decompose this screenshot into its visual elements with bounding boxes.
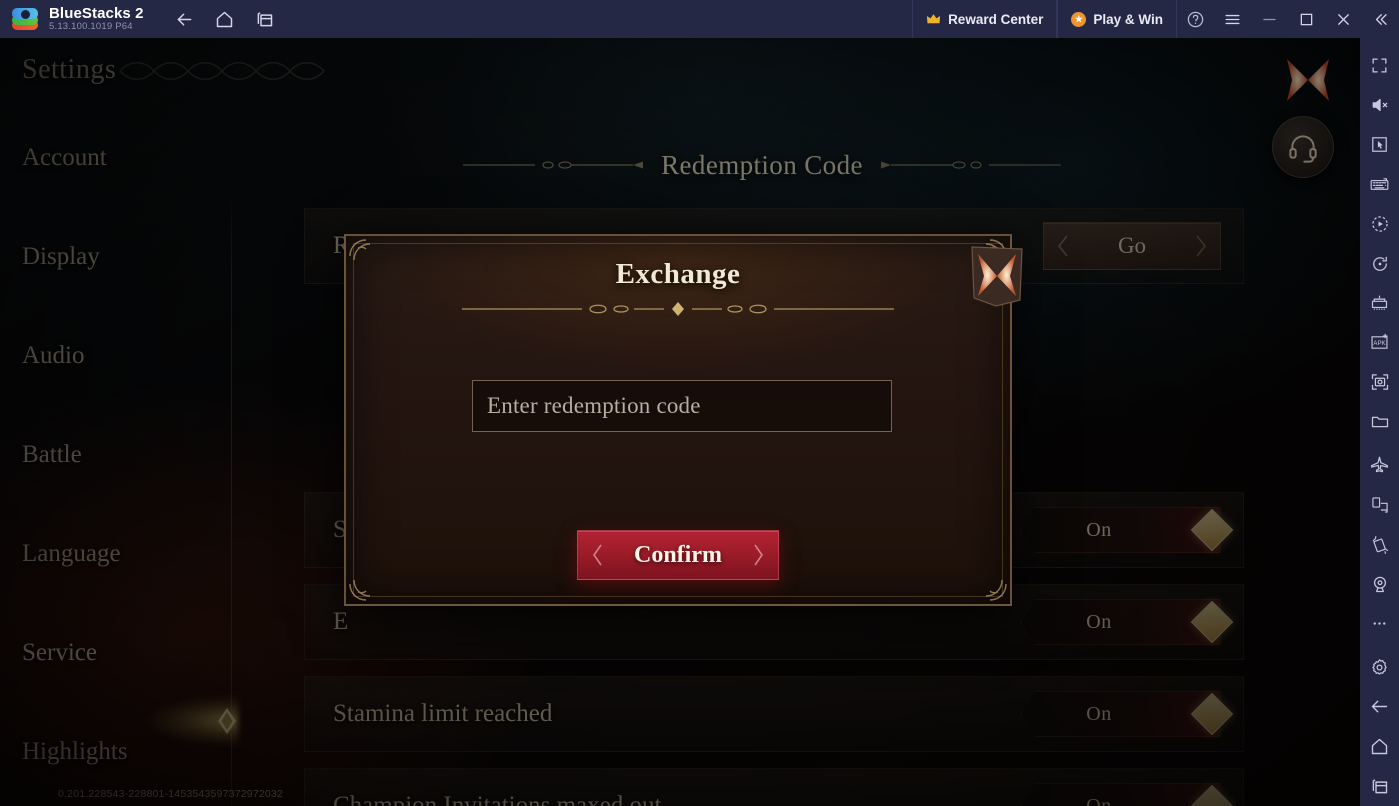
help-icon[interactable] — [1177, 0, 1214, 38]
chevron-left-icon — [593, 544, 602, 566]
close-x-icon — [971, 246, 1023, 307]
macro-play-icon[interactable] — [1360, 204, 1399, 244]
bluestacks-logo-icon — [12, 6, 38, 32]
reward-center-button[interactable]: Reward Center — [912, 0, 1058, 38]
dialog-divider-ornament-icon — [462, 302, 894, 316]
airplane-icon[interactable] — [1360, 446, 1399, 486]
dialog-title: Exchange — [615, 258, 741, 290]
shake-icon[interactable] — [1360, 525, 1399, 565]
reward-center-label: Reward Center — [948, 11, 1044, 27]
folder-icon[interactable] — [1360, 402, 1399, 442]
back-icon[interactable] — [1360, 687, 1399, 727]
corner-ornament-icon — [985, 579, 1007, 601]
titlebar: BlueStacks 2 5.13.100.1019 P64 Reward Ce… — [0, 0, 1399, 38]
location-icon[interactable] — [1360, 564, 1399, 604]
redemption-code-placeholder: Enter redemption code — [487, 393, 701, 418]
play-and-win-button[interactable]: ★ Play & Win — [1057, 0, 1177, 38]
home-icon[interactable] — [212, 6, 238, 32]
crown-icon — [926, 13, 941, 25]
redemption-code-input[interactable]: Enter redemption code — [472, 380, 892, 432]
dialog-close-button[interactable] — [966, 244, 1028, 314]
app-identity: BlueStacks 2 5.13.100.1019 P64 — [49, 4, 144, 33]
screenshot-icon[interactable] — [1360, 363, 1399, 403]
multi-instance-icon[interactable] — [252, 6, 278, 32]
keyboard-icon[interactable] — [1360, 165, 1399, 205]
rotate-icon[interactable] — [1360, 244, 1399, 284]
cursor-icon[interactable] — [1360, 125, 1399, 165]
game-viewport: Settings Account Display Audio Battle La… — [0, 38, 1360, 806]
close-icon[interactable] — [1325, 0, 1362, 38]
titlebar-nav-buttons — [172, 6, 278, 32]
play-and-win-label: Play & Win — [1093, 11, 1163, 27]
exchange-dialog: Exchange Enter redemption code Confirm — [344, 234, 1023, 606]
mute-icon[interactable] — [1360, 86, 1399, 126]
confirm-button[interactable]: Confirm — [577, 530, 779, 580]
chevron-right-icon — [754, 544, 763, 566]
app-title: BlueStacks 2 — [49, 4, 144, 22]
bluestacks-window: BlueStacks 2 5.13.100.1019 P64 Reward Ce… — [0, 0, 1399, 806]
corner-ornament-icon — [349, 579, 371, 601]
bluestacks-sidebar-toolbar: APK — [1360, 38, 1399, 806]
gear-icon[interactable] — [1360, 648, 1399, 688]
confirm-button-label: Confirm — [634, 541, 722, 568]
window-controls — [1177, 0, 1399, 38]
device-tilt-icon[interactable] — [1360, 485, 1399, 525]
svg-text:APK: APK — [1373, 340, 1385, 347]
back-icon[interactable] — [172, 6, 198, 32]
collapse-sidebar-icon[interactable] — [1362, 0, 1399, 38]
apk-install-icon[interactable]: APK — [1360, 323, 1399, 363]
hamburger-menu-icon[interactable] — [1214, 0, 1251, 38]
app-version: 5.13.100.1019 P64 — [49, 21, 133, 33]
fullscreen-icon[interactable] — [1360, 46, 1399, 86]
play-win-badge-icon: ★ — [1071, 11, 1087, 27]
home-icon[interactable] — [1360, 727, 1399, 767]
titlebar-right: Reward Center ★ Play & Win — [912, 0, 1399, 38]
maximize-icon[interactable] — [1288, 0, 1325, 38]
recents-icon[interactable] — [1360, 766, 1399, 806]
minimize-icon[interactable] — [1251, 0, 1288, 38]
multi-instance-sync-icon[interactable] — [1360, 283, 1399, 323]
more-icon[interactable] — [1360, 604, 1399, 644]
